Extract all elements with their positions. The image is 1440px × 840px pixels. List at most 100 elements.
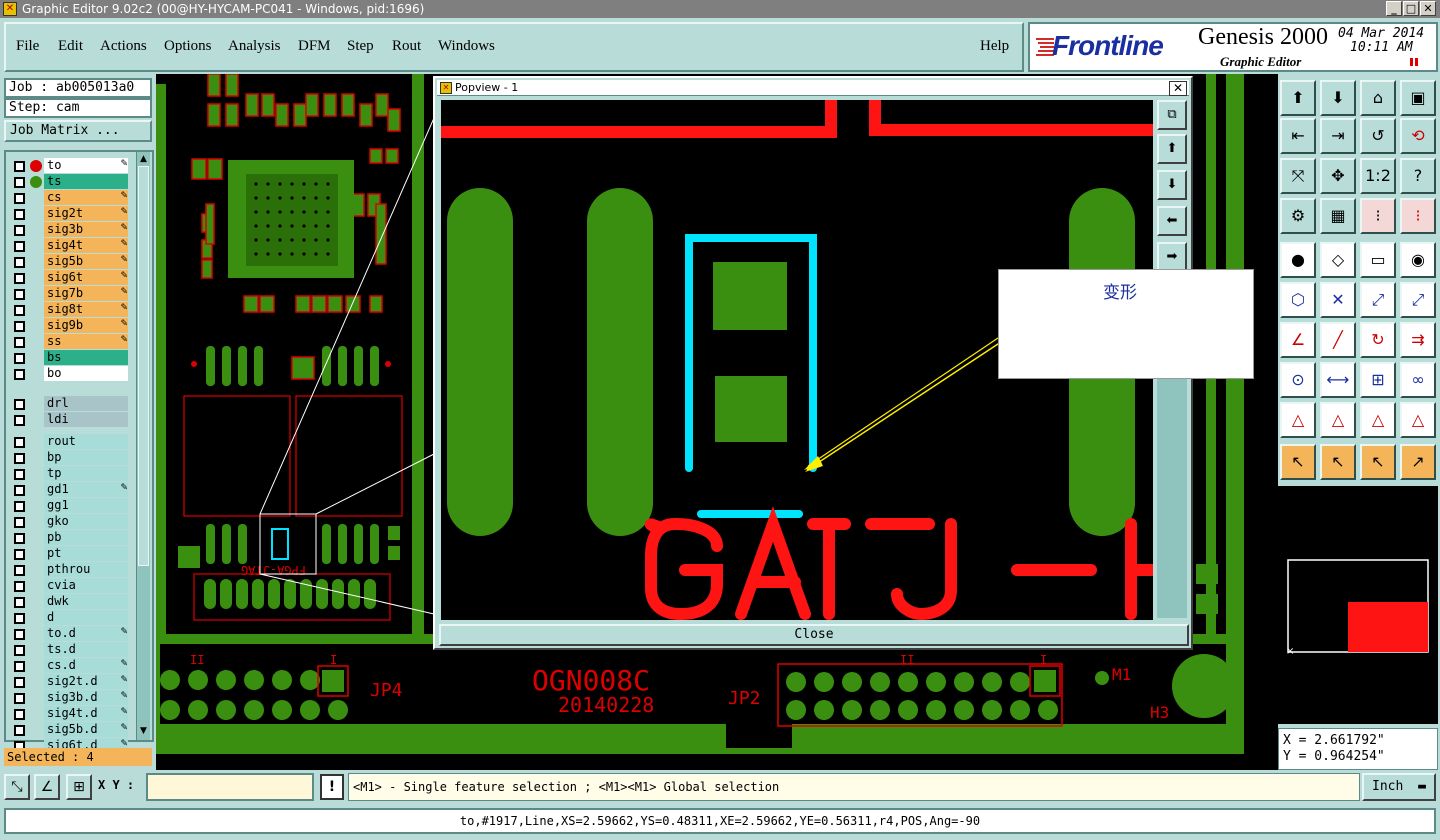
add-pad-icon[interactable]: ● (1280, 242, 1316, 278)
layer-name[interactable]: sig6t (44, 270, 128, 285)
layer-row[interactable]: ss ✎ (10, 334, 130, 350)
layer-checkbox[interactable] (14, 581, 25, 592)
layer-row[interactable]: tp (10, 466, 130, 482)
layer-name[interactable]: sig7b (44, 286, 128, 301)
scroll-up-icon[interactable]: ▲ (138, 154, 149, 164)
layer-checkbox[interactable] (14, 565, 25, 576)
layer-name[interactable]: ts (44, 174, 128, 189)
layer-row[interactable]: ldi (10, 412, 130, 428)
layer-row[interactable]: cvia (10, 578, 130, 594)
layer-row[interactable]: sig3b.d ✎ (10, 690, 130, 706)
add-net-icon[interactable]: ⬡ (1280, 282, 1316, 318)
zoom-back-icon[interactable]: ↺ (1360, 118, 1396, 154)
layer-row[interactable]: gd1 ✎ (10, 482, 130, 498)
layer-checkbox[interactable] (14, 517, 25, 528)
layer-name[interactable]: ldi (44, 412, 128, 427)
layer-name[interactable]: sig5b (44, 254, 128, 269)
layer-checkbox[interactable] (14, 453, 25, 464)
layer-row[interactable]: sig3b ✎ (10, 222, 130, 238)
arc-tri-3-icon[interactable]: △ (1360, 402, 1396, 438)
menu-rout[interactable]: Rout (392, 38, 421, 55)
select-line-icon[interactable]: ∠ (34, 774, 60, 800)
layer-name[interactable]: sig3b.d (44, 690, 128, 705)
overview-map[interactable]: × (1278, 486, 1438, 724)
scroll-thumb[interactable] (138, 166, 149, 566)
scroll-down-icon[interactable]: ▼ (138, 726, 149, 736)
layer-checkbox[interactable] (14, 725, 25, 736)
grid-snap-icon[interactable]: ⊞ (66, 774, 92, 800)
home-pv-icon[interactable]: ⬆ (1157, 134, 1187, 164)
close-button[interactable]: ✕ (1420, 1, 1436, 16)
layer-checkbox[interactable] (14, 305, 25, 316)
redraw-icon[interactable]: ⟲ (1400, 118, 1436, 154)
fit-icon[interactable]: ⤧ (1280, 158, 1316, 194)
layer-name[interactable]: to (44, 158, 128, 173)
layer-row[interactable]: sig6t ✎ (10, 270, 130, 286)
layer-colors-icon[interactable]: ⁝ (1360, 198, 1396, 234)
layer-name[interactable]: bo (44, 366, 128, 381)
layer-name[interactable]: d (44, 610, 128, 625)
layer-row[interactable]: sig2t.d ✎ (10, 674, 130, 690)
layer-row[interactable]: bp (10, 450, 130, 466)
layer-checkbox[interactable] (14, 257, 25, 268)
layer-checkbox[interactable] (14, 709, 25, 720)
snap-icon[interactable]: ◉ (1400, 242, 1436, 278)
layer-checkbox[interactable] (14, 399, 25, 410)
layer-checkbox[interactable] (14, 693, 25, 704)
pan-left-icon[interactable]: ⇤ (1280, 118, 1316, 154)
layer-checkbox[interactable] (14, 415, 25, 426)
layer-row[interactable]: pthrou (10, 562, 130, 578)
layer-name[interactable]: gd1 (44, 482, 128, 497)
layer-name[interactable]: cs (44, 190, 128, 205)
layer-row[interactable]: gko (10, 514, 130, 530)
layer-row[interactable]: drl (10, 396, 130, 412)
layer-checkbox[interactable] (14, 209, 25, 220)
layer-checkbox[interactable] (14, 469, 25, 480)
layer-row[interactable]: rout (10, 434, 130, 450)
arc-tri-4-icon[interactable]: △ (1400, 402, 1436, 438)
select-box-icon[interactable]: ↖ (1320, 444, 1356, 480)
layer-checkbox[interactable] (14, 645, 25, 656)
select-route-icon[interactable]: ↗ (1400, 444, 1436, 480)
layer-name[interactable]: sig8t (44, 302, 128, 317)
layer-row[interactable]: sig4t ✎ (10, 238, 130, 254)
connect-icon[interactable]: ∞ (1400, 362, 1436, 398)
layer-name[interactable]: bp (44, 450, 128, 465)
layer-name[interactable]: sig3b (44, 222, 128, 237)
layer-row[interactable]: sig5b ✎ (10, 254, 130, 270)
house-icon[interactable]: ⌂ (1360, 80, 1396, 116)
layer-row[interactable]: sig8t ✎ (10, 302, 130, 318)
layer-checkbox[interactable] (14, 629, 25, 640)
arc-tri-2-icon[interactable]: △ (1320, 402, 1356, 438)
layer-name[interactable]: ts.d (44, 642, 128, 657)
layer-name[interactable]: gko (44, 514, 128, 529)
layer-checkbox[interactable] (14, 549, 25, 560)
layer-name[interactable]: to.d (44, 626, 128, 641)
layer-checkbox[interactable] (14, 501, 25, 512)
zoom-in-pv-icon[interactable]: ⧉ (1157, 100, 1187, 130)
menu-actions[interactable]: Actions (100, 38, 147, 55)
cross-icon[interactable]: ✕ (1320, 282, 1356, 318)
units-select[interactable]: Inch ▬ (1362, 773, 1436, 801)
left-pv-icon[interactable]: ⬅ (1157, 206, 1187, 236)
layer-name[interactable]: gg1 (44, 498, 128, 513)
layer-checkbox[interactable] (14, 289, 25, 300)
rotate-icon[interactable]: ↻ (1360, 322, 1396, 358)
layer-row[interactable]: pt (10, 546, 130, 562)
route-icon[interactable]: ⤢ (1360, 282, 1396, 318)
down-pv-icon[interactable]: ⬇ (1157, 170, 1187, 200)
layer-row[interactable]: sig5b.d ✎ (10, 722, 130, 738)
layer-checkbox[interactable] (14, 177, 25, 188)
select-pointer-icon[interactable]: ↖ (1280, 444, 1316, 480)
mirror-icon[interactable]: ⇉ (1400, 322, 1436, 358)
layer-row[interactable]: d (10, 610, 130, 626)
layer-checkbox[interactable] (14, 193, 25, 204)
pan-right-icon[interactable]: ⇥ (1320, 118, 1356, 154)
layer-row[interactable]: sig9b ✎ (10, 318, 130, 334)
layer-checkbox[interactable] (14, 597, 25, 608)
layer-row[interactable]: bs (10, 350, 130, 366)
layer-name[interactable]: pt (44, 546, 128, 561)
layer-checkbox[interactable] (14, 369, 25, 380)
center-icon[interactable]: ✥ (1320, 158, 1356, 194)
layer-checkbox[interactable] (14, 437, 25, 448)
